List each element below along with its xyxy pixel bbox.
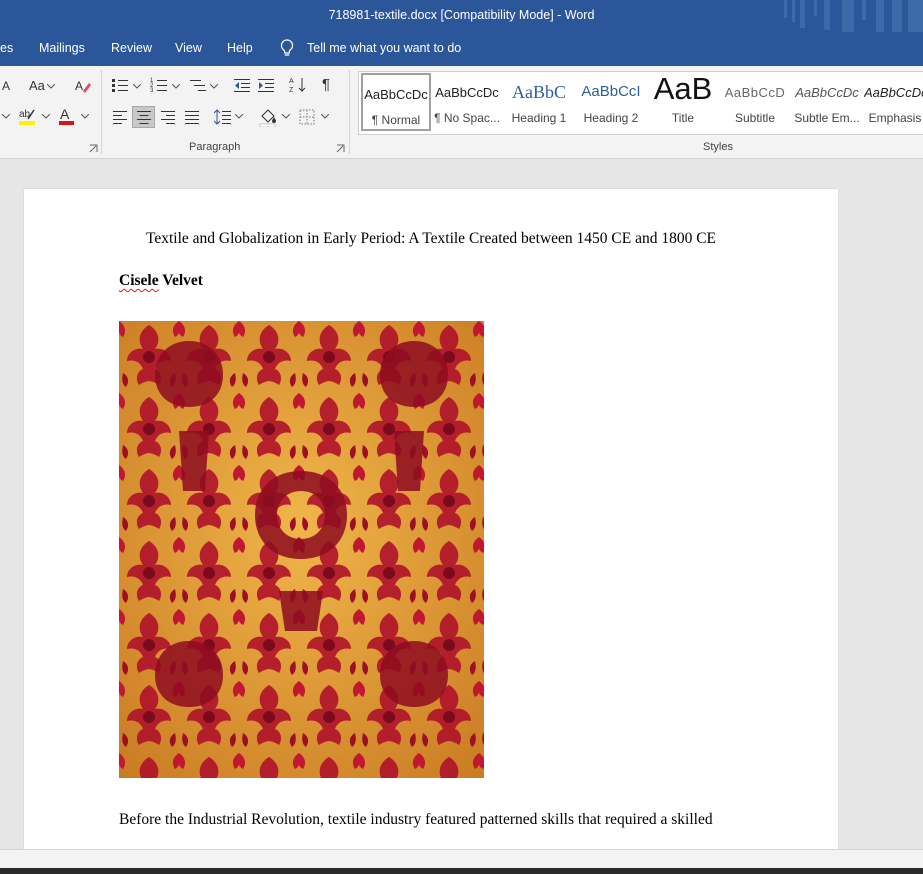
- lightbulb-icon[interactable]: [278, 38, 296, 58]
- taskbar-edge: [0, 868, 923, 874]
- tab-review[interactable]: Review: [111, 41, 152, 55]
- align-center-button[interactable]: [132, 106, 155, 128]
- chevron-down-icon[interactable]: [321, 114, 329, 119]
- decorative-pattern-icon: [784, 0, 923, 32]
- styles-group-label: Styles: [703, 141, 733, 153]
- style-no-spacing[interactable]: AaBbCcDc ¶ No Spac...: [432, 73, 502, 131]
- multilevel-list-icon[interactable]: [189, 77, 207, 93]
- tab-view[interactable]: View: [175, 41, 202, 55]
- svg-text:A: A: [60, 106, 70, 122]
- chevron-down-icon[interactable]: [133, 84, 141, 89]
- bullets-icon[interactable]: [111, 77, 129, 93]
- style-normal[interactable]: AaBbCcDc ¶ Normal: [361, 73, 431, 131]
- chevron-down-icon[interactable]: [282, 114, 290, 119]
- style-heading-2[interactable]: AaBbCcI Heading 2: [576, 73, 646, 131]
- ribbon-tab-bar: es Mailings Review View Help Tell me wha…: [0, 32, 923, 66]
- tab-mailings[interactable]: Mailings: [39, 41, 85, 55]
- misspelled-word[interactable]: Cisele: [119, 272, 159, 289]
- grow-font-button[interactable]: A: [2, 79, 10, 93]
- align-center-icon: [137, 111, 151, 124]
- style-title[interactable]: AaB Title: [648, 71, 718, 131]
- chevron-down-icon[interactable]: [2, 114, 10, 119]
- tell-me-search[interactable]: Tell me what you want to do: [307, 41, 461, 55]
- show-formatting-icon[interactable]: ¶: [322, 76, 330, 93]
- group-separator: [349, 70, 350, 154]
- chevron-down-icon[interactable]: [235, 114, 243, 119]
- chevron-down-icon[interactable]: [172, 84, 180, 89]
- sort-icon[interactable]: AZ: [289, 76, 307, 94]
- heading-word: Velvet: [158, 272, 203, 289]
- style-subtle-emphasis[interactable]: AaBbCcDc Subtle Em...: [792, 73, 862, 131]
- clear-formatting-icon[interactable]: A: [75, 77, 91, 93]
- shading-icon[interactable]: [259, 107, 277, 127]
- decrease-indent-icon[interactable]: [233, 77, 251, 93]
- style-emphasis[interactable]: AaBbCcDc Emphasis: [864, 73, 923, 131]
- align-right-icon[interactable]: [160, 110, 176, 124]
- font-color-icon[interactable]: A: [58, 106, 76, 126]
- change-case-button[interactable]: Aa: [29, 78, 45, 93]
- document-paragraph[interactable]: Before the Industrial Revolution, textil…: [119, 811, 713, 829]
- numbering-icon[interactable]: 123: [150, 77, 168, 93]
- chevron-down-icon[interactable]: [81, 114, 89, 119]
- highlight-color-icon[interactable]: ab: [18, 106, 38, 126]
- svg-text:3: 3: [150, 88, 154, 93]
- style-subtitle[interactable]: AaBbCcD Subtitle: [720, 73, 790, 131]
- tab-help[interactable]: Help: [227, 41, 253, 55]
- group-separator: [101, 70, 102, 154]
- borders-icon[interactable]: [299, 109, 315, 125]
- status-bar: [0, 849, 923, 869]
- paragraph-dialog-launcher-icon[interactable]: [336, 144, 345, 153]
- document-canvas[interactable]: Textile and Globalization in Early Perio…: [0, 159, 923, 849]
- title-bar: 718981-textile.docx [Compatibility Mode]…: [0, 0, 923, 32]
- justify-icon[interactable]: [184, 110, 200, 124]
- textile-image[interactable]: [119, 321, 484, 778]
- align-left-icon[interactable]: [112, 110, 128, 124]
- document-page[interactable]: Textile and Globalization in Early Perio…: [24, 189, 838, 849]
- tab-references[interactable]: es: [0, 41, 13, 55]
- style-heading-1[interactable]: AaBbC Heading 1: [504, 73, 574, 131]
- document-title[interactable]: Textile and Globalization in Early Perio…: [24, 230, 838, 248]
- chevron-down-icon[interactable]: [42, 114, 50, 119]
- document-heading[interactable]: Cisele Velvet: [119, 272, 203, 290]
- svg-text:A: A: [75, 79, 83, 93]
- ribbon-home: A Aa A ab A 123 AZ ¶ Paragraph AaBbCcDc …: [0, 66, 923, 159]
- paragraph-group-label: Paragraph: [189, 141, 241, 153]
- line-spacing-icon[interactable]: [214, 108, 232, 126]
- increase-indent-icon[interactable]: [257, 77, 275, 93]
- styles-gallery: AaBbCcDc ¶ Normal AaBbCcDc ¶ No Spac... …: [358, 71, 923, 135]
- chevron-down-icon[interactable]: [210, 84, 218, 89]
- svg-text:Z: Z: [289, 87, 294, 94]
- svg-text:A: A: [289, 78, 294, 85]
- chevron-down-icon[interactable]: [47, 84, 55, 89]
- font-dialog-launcher-icon[interactable]: [89, 144, 98, 153]
